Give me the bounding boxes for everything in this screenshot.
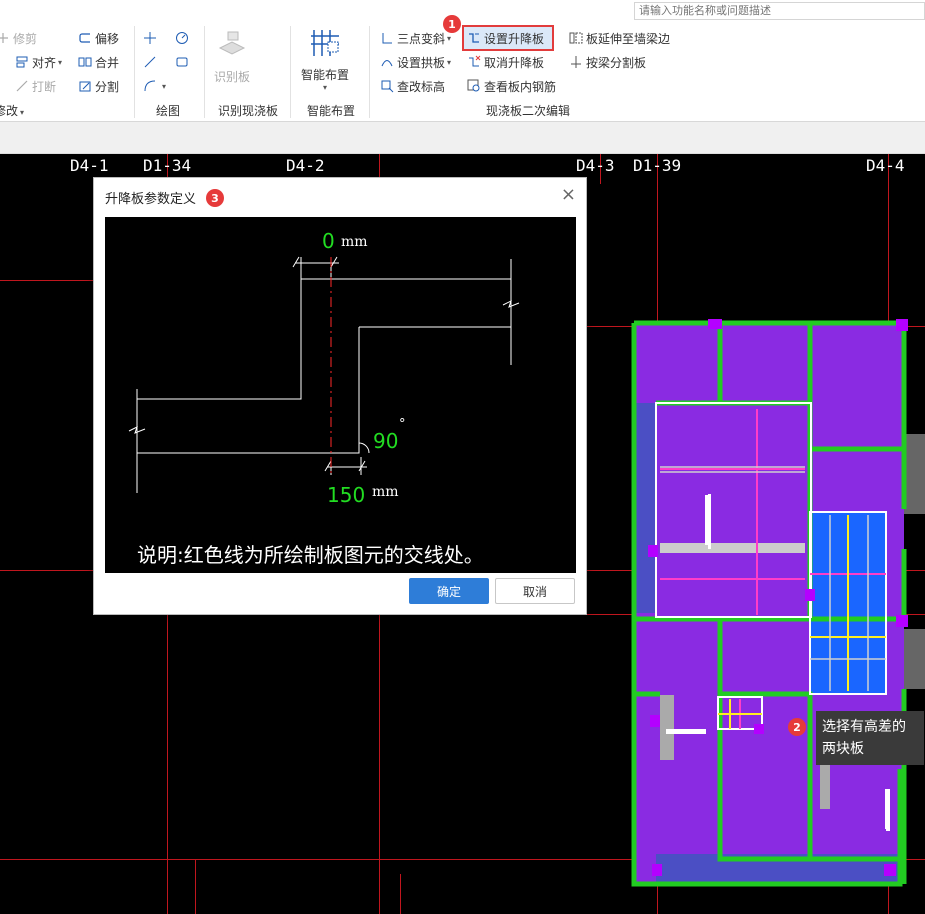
cancel-lift-icon xyxy=(467,55,481,69)
axis-label: D1-34 xyxy=(143,156,192,175)
search-input[interactable] xyxy=(634,2,925,20)
align-icon xyxy=(15,55,29,69)
step-badge-3: 3 xyxy=(206,189,224,207)
set-arch-slab-button[interactable]: 设置拱板 ▾ xyxy=(380,52,451,72)
top-offset-unit: mm xyxy=(341,234,368,250)
cancel-lift-slab-button[interactable]: 取消升降板 xyxy=(467,52,544,72)
arc-tool-button[interactable]: ▾ xyxy=(143,76,166,96)
ok-button[interactable]: 确定 xyxy=(409,578,489,604)
group-draw-label: 绘图 xyxy=(156,104,181,118)
line-tool-button[interactable] xyxy=(143,52,160,72)
close-icon[interactable]: × xyxy=(561,184,576,205)
check-elevation-button[interactable]: 查改标高 xyxy=(380,76,445,96)
lift-slab-icon xyxy=(467,31,481,45)
diagram-note: 说明:红色线为所绘制板图元的交线处。 xyxy=(137,543,484,567)
separator xyxy=(369,26,370,118)
dialog-title: 升降板参数定义 xyxy=(105,192,197,207)
group-recognize-label: 识别现浇板 xyxy=(218,104,279,118)
extend-slab-button[interactable]: 板延伸至墙梁边 xyxy=(569,28,670,48)
offset-button[interactable]: 偏移 xyxy=(78,28,119,48)
rectangle-icon xyxy=(175,55,189,69)
lift-slab-param-dialog: 升降板参数定义 3 × 0 mm 90 ° 150 mm 说明:红色线为所绘制板… xyxy=(93,177,587,615)
degree-symbol: ° xyxy=(399,417,406,432)
trim-button[interactable]: 修剪 xyxy=(0,28,37,48)
three-point-slope-button[interactable]: 三点变斜 ▾ xyxy=(380,28,451,48)
rect-tool-button[interactable] xyxy=(175,52,192,72)
bottom-offset-value[interactable]: 150 xyxy=(327,483,365,507)
axis-label: D4-1 xyxy=(70,156,109,175)
circle-icon xyxy=(175,31,189,45)
secondary-toolbar xyxy=(0,122,925,154)
step-badge-2: 2 xyxy=(788,718,806,736)
bottom-offset-unit: mm xyxy=(372,484,399,500)
extend-icon xyxy=(569,31,583,45)
slope-icon xyxy=(380,31,394,45)
elevation-icon xyxy=(380,79,394,93)
axis-label: D4-2 xyxy=(286,156,325,175)
section-drawing xyxy=(128,256,520,493)
split-button[interactable]: 分割 xyxy=(78,76,119,96)
rebar-view-icon xyxy=(467,79,481,93)
beam xyxy=(660,543,805,553)
smart-layout-button[interactable]: 智能布置 ▾ xyxy=(298,26,352,92)
recognize-slab-button[interactable]: 识别板 xyxy=(210,28,254,85)
merge-icon xyxy=(78,55,92,69)
axis-label: D4-3 xyxy=(576,156,615,175)
angle-value[interactable]: 90 xyxy=(373,429,398,453)
step-badge-1: 1 xyxy=(443,15,461,33)
split-by-beam-button[interactable]: 按梁分割板 xyxy=(569,52,646,72)
separator xyxy=(204,26,205,118)
circle-tool-button[interactable] xyxy=(175,28,192,48)
recognize-slab-icon xyxy=(218,31,246,55)
axis-label: D1-39 xyxy=(633,156,682,175)
grid-line xyxy=(195,859,196,914)
cancel-button[interactable]: 取消 xyxy=(495,578,575,604)
grid-line xyxy=(400,874,401,914)
arch-icon xyxy=(380,55,394,69)
separator xyxy=(134,26,135,118)
crosshair-icon xyxy=(143,31,157,45)
slab-region xyxy=(634,403,656,613)
smart-layout-icon xyxy=(311,30,339,56)
top-offset-value[interactable]: 0 xyxy=(322,229,335,253)
floor-plan[interactable] xyxy=(630,319,925,889)
window xyxy=(705,495,711,545)
merge-button[interactable]: 合并 xyxy=(78,52,119,72)
group-edit-label: 现浇板二次编辑 xyxy=(486,104,571,118)
point-tool-button[interactable] xyxy=(143,28,160,48)
window xyxy=(666,729,706,734)
line-icon xyxy=(143,55,157,69)
group-smart-label: 智能布置 xyxy=(307,104,356,118)
split-by-beam-icon xyxy=(569,55,583,69)
split-icon xyxy=(78,79,92,93)
trim-icon xyxy=(0,31,10,45)
instruction-tooltip: 选择有高差的 两块板 xyxy=(816,711,924,765)
offset-icon xyxy=(78,31,92,45)
grid-line xyxy=(0,280,93,281)
arc-icon xyxy=(143,79,157,93)
slab-region xyxy=(904,434,925,514)
beam xyxy=(660,695,674,760)
window xyxy=(886,791,890,831)
set-lift-slab-button[interactable]: 设置升降板 xyxy=(467,28,544,48)
separator xyxy=(290,26,291,118)
group-modify-label: 修改 ▾ xyxy=(0,104,25,118)
slab-region xyxy=(904,629,925,689)
break-button[interactable]: 打断 xyxy=(15,76,56,96)
axis-label: D4-4 xyxy=(866,156,905,175)
align-button[interactable]: 对齐 ▾ xyxy=(15,52,62,72)
view-slab-rebar-button[interactable]: 查看板内钢筋 xyxy=(467,76,556,96)
ribbon: 修剪 偏移 对齐▾ 合并 打断 分割 修改▾ ▾ 绘图 识别板 xyxy=(0,0,925,122)
break-icon xyxy=(15,79,29,93)
lift-slab-diagram: 0 mm 90 ° 150 mm 说明:红色线为所绘制板图元的交线处。 xyxy=(105,217,576,573)
